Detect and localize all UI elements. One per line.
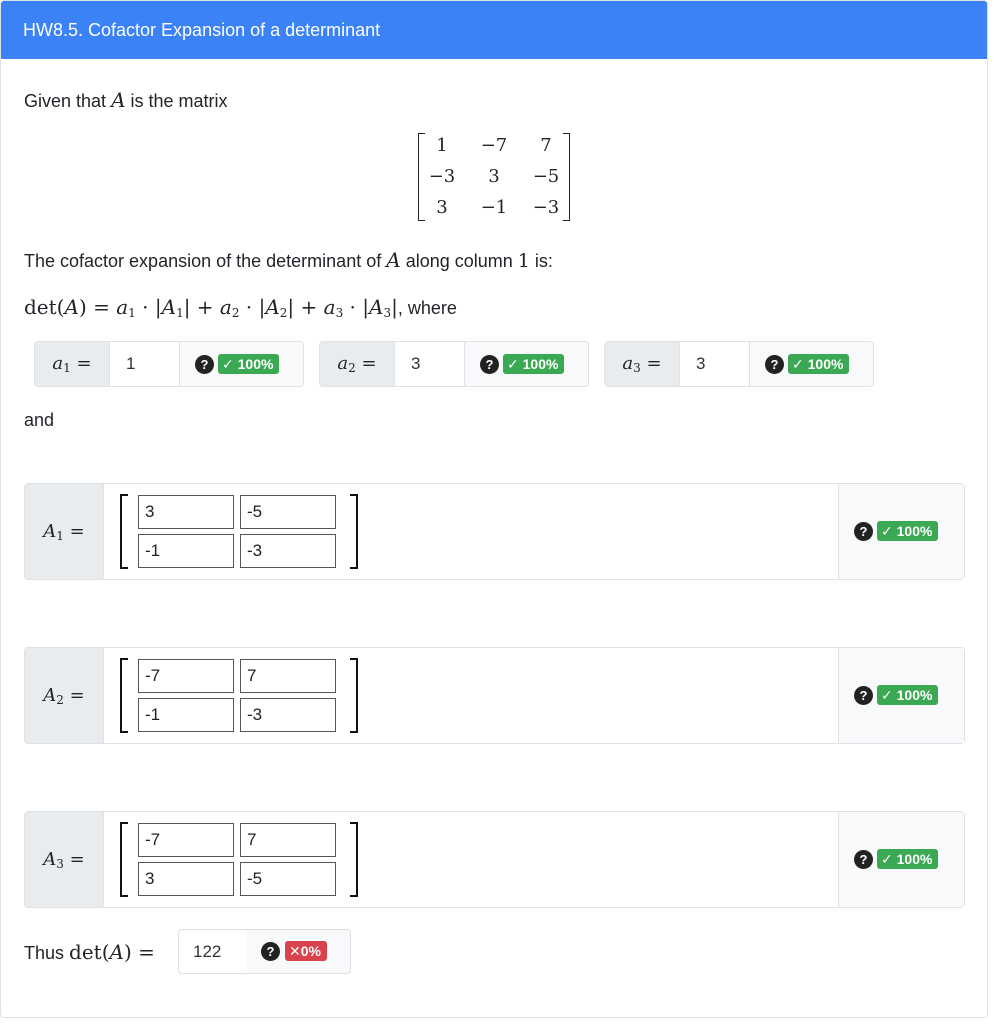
formula-where: , where: [397, 298, 457, 318]
expansion-mid: along column: [405, 251, 513, 271]
feedback-area: ? ✓ 100%: [465, 342, 588, 386]
score-badge: ✓ 100%: [218, 354, 280, 374]
expansion-text: The cofactor expansion of the determinan…: [24, 248, 553, 272]
matrix-cell: −5: [532, 166, 560, 187]
coefficient-label: a2 =: [320, 342, 395, 386]
question-circle-icon[interactable]: ?: [261, 942, 280, 961]
determinant-input[interactable]: [178, 929, 248, 974]
matrix-cell: 3: [488, 166, 500, 187]
score-badge: ✓ 100%: [503, 354, 565, 374]
expansion-suffix: is:: [534, 251, 553, 271]
check-icon: ✓: [881, 851, 897, 867]
matrix-cell: −3: [428, 166, 456, 187]
score-badge: ✓ 100%: [877, 685, 939, 705]
question-card: HW8.5. Cofactor Expansion of a determina…: [0, 0, 988, 1018]
intro-prefix: Given that: [24, 91, 107, 111]
feedback-area: ? ✕0%: [247, 929, 351, 974]
question-title: HW8.5. Cofactor Expansion of a determina…: [1, 1, 987, 59]
coefficient-input-a1[interactable]: [110, 342, 180, 386]
submatrix-cell-input[interactable]: [138, 862, 234, 896]
check-icon: ✓: [507, 356, 523, 372]
coefficient-label: a3 =: [605, 342, 680, 386]
coefficient-group-a1: a1 = ? ✓ 100%: [34, 341, 304, 387]
matrix-cell: 3: [436, 197, 448, 218]
submatrix-cell-input[interactable]: [138, 534, 234, 568]
matrix-cell: −1: [480, 197, 508, 218]
question-circle-icon[interactable]: ?: [480, 355, 499, 374]
coefficient-group-a2: a2 = ? ✓ 100%: [319, 341, 589, 387]
question-circle-icon[interactable]: ?: [854, 522, 873, 541]
feedback-area: ? ✓ 100%: [838, 648, 964, 743]
and-text: and: [24, 410, 55, 430]
final-label: Thus det(A) =: [24, 940, 155, 964]
submatrix-row-a3: A3 = ? ✓ 100%: [24, 811, 965, 908]
matrix-left-bracket: [120, 658, 128, 733]
submatrix-cell-input[interactable]: [240, 698, 336, 732]
cofactor-formula: det(A) = a1 · |A1| + a2 · |A2| + a3 · |A…: [24, 295, 457, 320]
score-badge: ✓ 100%: [877, 849, 939, 869]
question-circle-icon[interactable]: ?: [854, 686, 873, 705]
x-icon: ✕: [289, 943, 301, 959]
feedback-area: ? ✓ 100%: [750, 342, 873, 386]
matrix-cell: 1: [436, 135, 448, 156]
intro-text: Given that A is the matrix: [24, 88, 228, 112]
submatrix-cell-input[interactable]: [138, 495, 234, 529]
intro-var: A: [111, 88, 126, 112]
submatrix-label: A1 =: [25, 484, 104, 579]
submatrix-cell-input[interactable]: [138, 659, 234, 693]
matrix-left-bracket: [120, 494, 128, 569]
coefficient-group-a3: a3 = ? ✓ 100%: [604, 341, 874, 387]
coefficient-input-a3[interactable]: [680, 342, 750, 386]
submatrix-cell-input[interactable]: [240, 659, 336, 693]
check-icon: ✓: [222, 356, 238, 372]
expansion-prefix: The cofactor expansion of the determinan…: [24, 251, 382, 271]
submatrix-cell-input[interactable]: [240, 495, 336, 529]
matrix-cell: −7: [480, 135, 508, 156]
matrix-left-bracket: [120, 822, 128, 897]
matrix-right-bracket: [350, 658, 358, 733]
question-circle-icon[interactable]: ?: [765, 355, 784, 374]
feedback-area: ? ✓ 100%: [838, 484, 964, 579]
submatrix-cell-input[interactable]: [240, 823, 336, 857]
matrix-right-bracket: [350, 494, 358, 569]
expansion-col: 1: [517, 250, 530, 272]
matrix-cell: 7: [540, 135, 552, 156]
submatrix-cell-input[interactable]: [138, 698, 234, 732]
score-badge: ✓ 100%: [788, 354, 850, 374]
intro-suffix: is the matrix: [130, 91, 228, 111]
coefficient-input-a2[interactable]: [395, 342, 465, 386]
matrix-a: 1 −7 7 −3 3 −5 3 −1 −3: [416, 129, 572, 225]
submatrix-label: A3 =: [25, 812, 104, 907]
feedback-area: ? ✓ 100%: [180, 342, 303, 386]
question-circle-icon[interactable]: ?: [854, 850, 873, 869]
submatrix-cell-input[interactable]: [240, 862, 336, 896]
submatrix-label: A2 =: [25, 648, 104, 743]
question-circle-icon[interactable]: ?: [195, 355, 214, 374]
matrix-cell: −3: [532, 197, 560, 218]
score-badge: ✕0%: [285, 941, 327, 961]
matrix-right-bracket: [350, 822, 358, 897]
submatrix-cell-input[interactable]: [138, 823, 234, 857]
check-icon: ✓: [881, 687, 897, 703]
submatrix-cell-input[interactable]: [240, 534, 336, 568]
check-icon: ✓: [792, 356, 808, 372]
score-badge: ✓ 100%: [877, 521, 939, 541]
coefficient-label: a1 =: [35, 342, 110, 386]
check-icon: ✓: [881, 523, 897, 539]
final-prefix: Thus: [24, 943, 65, 963]
expansion-var: A: [386, 248, 401, 272]
submatrix-row-a1: A1 = ? ✓ 100%: [24, 483, 965, 580]
submatrix-row-a2: A2 = ? ✓ 100%: [24, 647, 965, 744]
feedback-area: ? ✓ 100%: [838, 812, 964, 907]
